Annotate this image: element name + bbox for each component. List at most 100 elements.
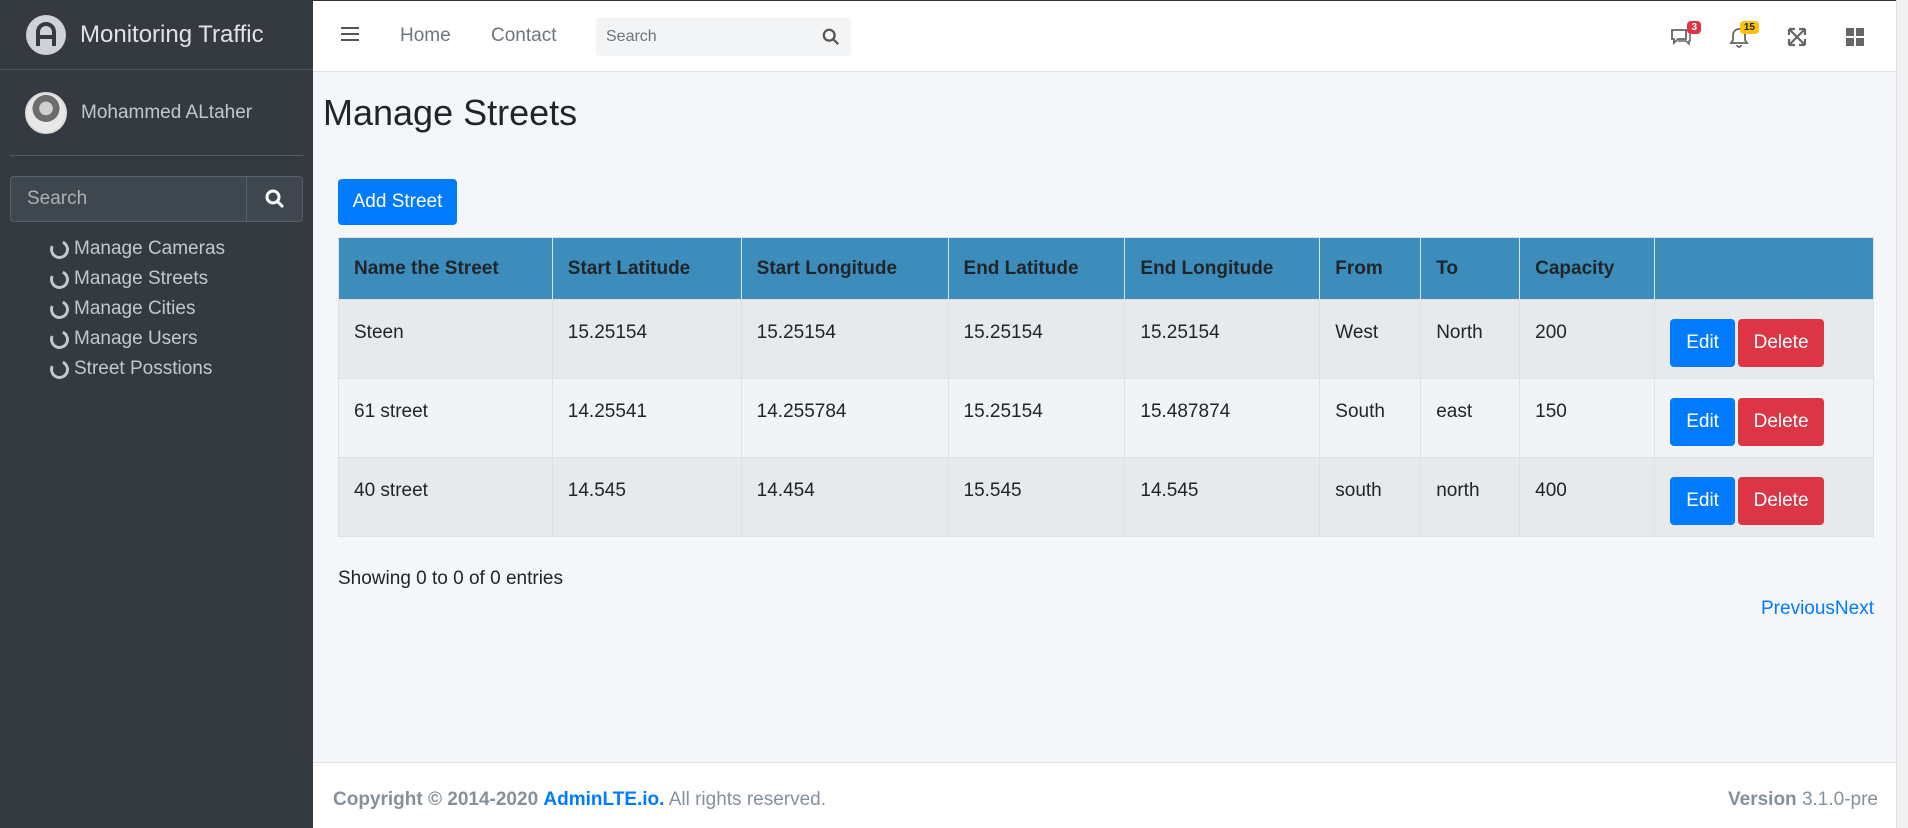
adminlte-link[interactable]: AdminLTE.io.	[543, 789, 664, 810]
circle-notch-icon	[47, 356, 72, 382]
scrollbar[interactable]	[1896, 0, 1908, 828]
column-header[interactable]: End Latitude	[947, 237, 1126, 300]
end-longitude-cell: 15.25154	[1124, 299, 1321, 379]
circle-notch-icon	[47, 236, 72, 262]
sidebar-nav: Manage Cameras Manage Streets Manage Cit…	[47, 234, 225, 384]
version-label: Version	[1728, 789, 1797, 810]
menu-toggle-icon[interactable]	[341, 27, 359, 41]
end-latitude-cell: 15.25154	[947, 299, 1126, 379]
sidebar: Monitoring Traffic Mohammed ALtaher Sear…	[0, 0, 313, 828]
column-header[interactable]: To	[1420, 237, 1521, 300]
circle-notch-icon	[47, 296, 72, 322]
street-name-cell: 61 street	[338, 378, 553, 458]
sidebar-item-street-positions[interactable]: Street Posstions	[47, 354, 225, 384]
sidebar-item-label: Manage Cities	[74, 298, 196, 319]
expand-arrows-icon	[1787, 27, 1807, 47]
column-header-actions	[1654, 237, 1874, 300]
next-page-link[interactable]: Next	[1835, 598, 1874, 620]
user-panel[interactable]: Mohammed ALtaher	[10, 70, 303, 156]
fullscreen-button[interactable]	[1785, 25, 1809, 49]
start-longitude-cell: 14.255784	[740, 378, 949, 458]
start-latitude-cell: 14.545	[551, 457, 742, 537]
sidebar-item-label: Manage Users	[74, 328, 198, 349]
add-street-button[interactable]: Add Street	[338, 179, 457, 225]
table-row: 61 street 14.25541 14.255784 15.25154 15…	[338, 378, 1874, 458]
actions-cell: Edit Delete	[1654, 378, 1874, 458]
column-header[interactable]: Name the Street	[338, 237, 553, 300]
actions-cell: Edit Delete	[1654, 457, 1874, 537]
column-header[interactable]: End Longitude	[1124, 237, 1321, 300]
notifications-badge: 15	[1739, 21, 1759, 34]
sidebar-search-input[interactable]: Search	[10, 176, 246, 222]
control-sidebar-button[interactable]	[1843, 25, 1867, 49]
capacity-cell: 400	[1519, 457, 1656, 537]
avatar	[25, 91, 67, 134]
end-latitude-cell: 15.545	[947, 457, 1126, 537]
start-longitude-cell: 15.25154	[740, 299, 949, 379]
to-cell: North	[1420, 299, 1521, 379]
edit-button[interactable]: Edit	[1670, 319, 1736, 367]
capacity-cell: 150	[1519, 378, 1656, 458]
search-icon	[265, 189, 284, 209]
rights-text: All rights reserved.	[668, 789, 827, 810]
sidebar-item-manage-cities[interactable]: Manage Cities	[47, 294, 225, 324]
pagination: Previous Next	[1761, 598, 1874, 620]
th-large-icon	[1846, 28, 1864, 46]
brand-link[interactable]: Monitoring Traffic	[0, 0, 313, 70]
actions-cell: Edit Delete	[1654, 299, 1874, 379]
edit-button[interactable]: Edit	[1670, 398, 1736, 446]
version-number: 3.1.0-pre	[1801, 789, 1878, 810]
notifications-button[interactable]: 15	[1727, 21, 1759, 49]
start-latitude-cell: 14.25541	[551, 378, 742, 458]
sidebar-search-button[interactable]	[246, 176, 303, 222]
to-cell: east	[1420, 378, 1521, 458]
top-navbar: Home Contact Search 3 15	[313, 0, 1908, 72]
delete-button[interactable]: Delete	[1738, 398, 1825, 446]
start-latitude-cell: 15.25154	[551, 299, 742, 379]
column-header[interactable]: Capacity	[1519, 237, 1656, 300]
footer: Copyright © 2014-2020 AdminLTE.io. All r…	[313, 762, 1908, 828]
sidebar-item-manage-streets[interactable]: Manage Streets	[47, 264, 225, 294]
to-cell: north	[1420, 457, 1521, 537]
sidebar-item-label: Street Posstions	[74, 358, 213, 379]
nav-link-home[interactable]: Home	[400, 25, 451, 47]
column-header[interactable]: Start Latitude	[551, 237, 742, 300]
user-name[interactable]: Mohammed ALtaher	[81, 102, 252, 124]
sidebar-item-label: Manage Streets	[74, 268, 209, 289]
from-cell: West	[1319, 299, 1422, 379]
copyright-text: Copyright © 2014-2020	[333, 789, 539, 810]
messages-button[interactable]: 3	[1669, 21, 1701, 49]
end-longitude-cell: 14.545	[1124, 457, 1321, 537]
table-row: 40 street 14.545 14.454 15.545 14.545 so…	[338, 457, 1874, 537]
brand-title: Monitoring Traffic	[80, 20, 264, 48]
end-latitude-cell: 15.25154	[947, 378, 1126, 458]
streets-table: Name the Street Start Latitude Start Lon…	[338, 237, 1874, 537]
brand-logo-icon	[26, 14, 66, 55]
page-title: Manage Streets	[323, 92, 578, 133]
end-longitude-cell: 15.487874	[1124, 378, 1321, 458]
column-header[interactable]: From	[1319, 237, 1422, 300]
table-info: Showing 0 to 0 of 0 entries	[338, 568, 563, 589]
messages-badge: 3	[1687, 21, 1701, 34]
table-row: Steen 15.25154 15.25154 15.25154 15.2515…	[338, 299, 1874, 379]
previous-page-link[interactable]: Previous	[1761, 598, 1835, 620]
edit-button[interactable]: Edit	[1670, 477, 1736, 525]
capacity-cell: 200	[1519, 299, 1656, 379]
search-icon	[822, 28, 839, 45]
sidebar-item-manage-cameras[interactable]: Manage Cameras	[47, 234, 225, 264]
from-cell: south	[1319, 457, 1422, 537]
table-header-row: Name the Street Start Latitude Start Lon…	[338, 237, 1874, 300]
start-longitude-cell: 14.454	[740, 457, 949, 537]
circle-notch-icon	[47, 326, 72, 352]
sidebar-item-manage-users[interactable]: Manage Users	[47, 324, 225, 354]
street-name-cell: 40 street	[338, 457, 553, 537]
column-header[interactable]: Start Longitude	[740, 237, 949, 300]
navbar-search: Search	[596, 18, 851, 56]
nav-link-contact[interactable]: Contact	[491, 25, 556, 47]
circle-notch-icon	[47, 266, 72, 292]
delete-button[interactable]: Delete	[1738, 319, 1825, 367]
delete-button[interactable]: Delete	[1738, 477, 1825, 525]
navbar-search-input[interactable]: Search	[596, 28, 811, 46]
navbar-search-button[interactable]	[811, 28, 851, 46]
from-cell: South	[1319, 378, 1422, 458]
